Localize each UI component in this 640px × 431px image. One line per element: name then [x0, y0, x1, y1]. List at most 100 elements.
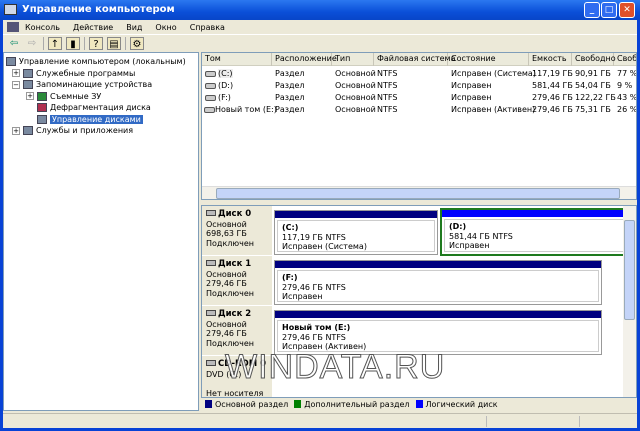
cell: Раздел	[275, 69, 305, 78]
logical-drive-bar	[442, 210, 626, 217]
forward-icon[interactable]: ⇨	[25, 37, 39, 50]
computer-icon	[6, 57, 16, 66]
disk-map: Диск 0 Основной 698,63 ГБ Подключен Диск 1О…	[201, 205, 637, 398]
cell: Основной	[335, 81, 376, 90]
disk-2-label[interactable]: Диск 2 Основной 279,46 ГБ Подключен	[202, 306, 272, 356]
scrollbar-thumb[interactable]	[216, 188, 620, 199]
column-header[interactable]: Тип	[332, 53, 374, 66]
tree-utilities[interactable]: + Служебные программы	[6, 68, 196, 80]
tree-root[interactable]: Управление компьютером (локальным)	[6, 56, 196, 68]
cdrom-icon	[206, 360, 216, 366]
cell: NTFS	[377, 93, 398, 102]
cell: Основной	[335, 69, 376, 78]
tree-label: Управление компьютером (локальным)	[19, 57, 186, 66]
close-button[interactable]: ✕	[619, 2, 635, 18]
cell: (D:)	[218, 81, 234, 90]
partition-c[interactable]: (C:) 117,19 ГБ NTFS Исправен (Система)	[274, 210, 438, 255]
cell: Исправен	[451, 81, 492, 90]
partition-name: Новый том (E:)	[282, 323, 351, 332]
help-icon[interactable]: ?	[89, 36, 103, 50]
disk-1-label[interactable]: Диск 1 Основной 279,46 ГБ Подключен	[202, 256, 272, 306]
tree-removable[interactable]: + Съемные ЗУ	[6, 91, 196, 103]
back-icon[interactable]: ⇦	[7, 37, 21, 50]
table-row[interactable]: (F:) Раздел Основной NTFS Исправен 279,46 ГБ 1…	[202, 92, 636, 103]
partition-size: 279,46 ГБ NTFS	[282, 332, 346, 342]
cdrom-label[interactable]: CD-ROM 0 DVD (G:) Нет носителя	[202, 356, 272, 398]
disk-icon	[206, 210, 216, 216]
partition-size: 581,44 ГБ NTFS	[449, 231, 513, 241]
separator	[125, 36, 126, 50]
column-header[interactable]: Состояние	[448, 53, 529, 66]
table-row[interactable]: (D:) Раздел Основной NTFS Исправен 581,44 ГБ 5…	[202, 80, 636, 91]
disk-state: Подключен	[206, 238, 254, 248]
disk-name: Диск 2	[218, 309, 252, 319]
cell: Исправен	[451, 93, 492, 102]
menu-console[interactable]: Консоль	[25, 23, 60, 32]
drive-icon	[205, 82, 216, 89]
cell: Исправен (Система)	[451, 69, 536, 78]
collapse-icon[interactable]: −	[12, 80, 20, 89]
partition-size: 117,19 ГБ NTFS	[282, 232, 346, 242]
partition-e[interactable]: Новый том (E:) 279,46 ГБ NTFS Исправен (Ак…	[274, 310, 602, 355]
menu-help[interactable]: Справка	[190, 23, 225, 32]
tree-defrag[interactable]: Дефрагментация диска	[6, 102, 196, 114]
cell: 77 %	[617, 69, 637, 78]
partition-f[interactable]: (F:) 279,46 ГБ NTFS Исправен	[274, 260, 602, 305]
table-row[interactable]: Новый том (E:) Раздел Основной NTFS Исправен…	[202, 104, 636, 115]
column-header[interactable]: Емкость	[529, 53, 572, 66]
column-header[interactable]: Файловая система	[374, 53, 455, 66]
tree-storage[interactable]: − Запоминающие устройства	[6, 79, 196, 91]
minimize-button[interactable]: _	[584, 2, 600, 18]
tree-services[interactable]: + Службы и приложения	[6, 125, 196, 137]
menu-action[interactable]: Действие	[73, 23, 113, 32]
menu-bar: Консоль Действие Вид Окно Справка	[3, 20, 637, 34]
partition-name: (D:)	[449, 222, 467, 231]
tree-pane: Управление компьютером (локальным) + Служ…	[3, 52, 199, 411]
properties-icon[interactable]: ▤	[107, 36, 121, 50]
disk-0-label[interactable]: Диск 0 Основной 698,63 ГБ Подключен	[202, 206, 272, 256]
disk-state: Подключен	[206, 288, 254, 298]
expand-icon[interactable]: +	[26, 92, 34, 100]
tools-icon	[23, 68, 33, 78]
primary-partition-bar	[275, 261, 601, 268]
show-tree-icon[interactable]: ▮	[66, 36, 80, 50]
disk-name: Диск 0	[218, 209, 252, 219]
column-header[interactable]: Свобо	[614, 53, 636, 66]
removable-storage-icon	[37, 91, 47, 101]
up-folder-icon[interactable]: ↑	[48, 36, 62, 50]
column-header[interactable]: Свободно	[572, 53, 616, 66]
partition-d[interactable]: (D:) 581,44 ГБ NTFS Исправен	[440, 208, 628, 256]
drive-icon	[205, 70, 216, 77]
legend-swatch-primary	[205, 400, 212, 408]
cell: 279,46 ГБ	[532, 93, 573, 102]
cell: Исправен (Активен)	[451, 105, 536, 114]
column-header[interactable]: Расположение	[272, 53, 337, 66]
disk-management-icon	[37, 114, 47, 124]
cell: 90,91 ГБ	[575, 69, 611, 78]
scrollbar-thumb[interactable]	[624, 220, 635, 320]
menu-window[interactable]: Окно	[155, 23, 176, 32]
disk-type: DVD (G:)	[206, 369, 242, 379]
expand-icon[interactable]: +	[12, 69, 20, 77]
expand-icon[interactable]: +	[12, 126, 20, 135]
table-row[interactable]: (C:) Раздел Основной NTFS Исправен (Система)…	[202, 68, 637, 79]
partition-state: Исправен	[449, 241, 490, 250]
separator	[84, 36, 85, 50]
cell: NTFS	[377, 69, 398, 78]
services-icon	[23, 126, 33, 135]
maximize-button[interactable]: □	[601, 2, 617, 18]
menu-view[interactable]: Вид	[126, 23, 142, 32]
column-header[interactable]: Том	[202, 53, 272, 66]
window-title: Управление компьютером	[22, 4, 175, 15]
cell: 279,46 ГБ	[532, 105, 573, 114]
vertical-scrollbar[interactable]	[623, 206, 636, 397]
settings-icon[interactable]: ⚙	[130, 36, 144, 50]
cell: 122,22 ГБ	[575, 93, 616, 102]
tree-label: Службы и приложения	[36, 126, 134, 135]
tree-disk-management[interactable]: Управление дисками	[6, 114, 196, 126]
cell: 581,44 ГБ	[532, 81, 573, 90]
tree-label: Съемные ЗУ	[50, 91, 102, 101]
disk-state: Нет носителя	[206, 388, 264, 398]
horizontal-scrollbar[interactable]	[202, 186, 636, 199]
disk-type: Основной	[206, 269, 247, 279]
